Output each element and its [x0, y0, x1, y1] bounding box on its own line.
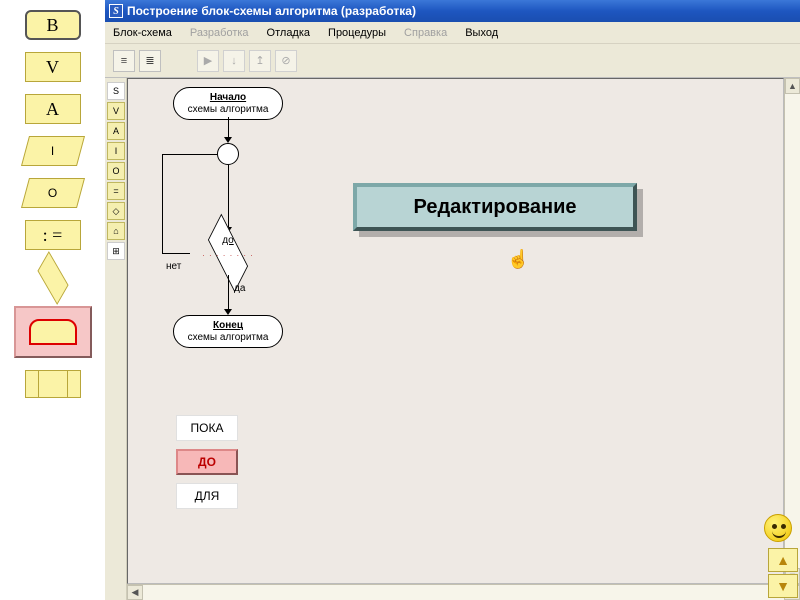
side-toolbar: S V A I O = ◇ ⌂ ⊞ [105, 78, 127, 600]
loop-type-for[interactable]: ДЛЯ [176, 483, 238, 509]
fc-connector [228, 165, 229, 229]
horizontal-scrollbar[interactable]: ◀ ▶ [127, 584, 800, 600]
fc-decision[interactable]: до · · · · · · · · [188, 231, 268, 275]
fc-label-yes: да [234, 283, 245, 294]
smiley-icon [764, 514, 800, 546]
nav-up-button[interactable]: ▲ [768, 548, 798, 572]
tool-stepup-icon[interactable]: ↥ [249, 50, 271, 72]
palette-v[interactable]: V [25, 52, 81, 82]
fc-label-no: нет [166, 261, 181, 272]
sidetool-2[interactable]: A [107, 122, 125, 140]
menu-procedures[interactable]: Процедуры [328, 27, 386, 39]
menu-exit[interactable]: Выход [465, 27, 498, 39]
palette-assign[interactable]: : = [25, 220, 81, 250]
sidetool-0[interactable]: S [107, 82, 125, 100]
fc-connector [228, 117, 229, 139]
window-title: Построение блок-схемы алгоритма (разрабо… [127, 4, 416, 18]
menu-development[interactable]: Разработка [190, 27, 249, 39]
sidetool-8[interactable]: ⊞ [107, 242, 125, 260]
palette-loop[interactable] [14, 306, 92, 358]
vertical-scrollbar[interactable]: ▲ ▼ [784, 78, 800, 584]
app-icon: S [109, 4, 123, 18]
shape-palette: B V A I O : = [0, 0, 105, 600]
palette-begin[interactable]: B [25, 10, 81, 40]
loop-type-while[interactable]: ПОКА [176, 415, 238, 441]
sidetool-7[interactable]: ⌂ [107, 222, 125, 240]
scroll-track[interactable] [143, 585, 784, 600]
tool-stop-icon[interactable]: ⊘ [275, 50, 297, 72]
slide-nav: ▲ ▼ [768, 548, 798, 598]
fc-connector [162, 154, 163, 253]
scroll-up-icon[interactable]: ▲ [785, 78, 800, 94]
palette-subroutine[interactable] [25, 370, 81, 398]
workspace: S V A I O = ◇ ⌂ ⊞ Начало схемы алгоритма [105, 78, 800, 600]
fc-connector-node[interactable] [217, 143, 239, 165]
tool-stepdown-icon[interactable]: ↓ [223, 50, 245, 72]
menu-debug[interactable]: Отладка [267, 27, 310, 39]
menu-blockscheme[interactable]: Блок-схема [113, 27, 172, 39]
tool-align-right-icon[interactable]: ≣ [139, 50, 161, 72]
titlebar: S Построение блок-схемы алгоритма (разра… [105, 0, 800, 22]
palette-output[interactable]: O [25, 178, 81, 208]
scroll-track[interactable] [785, 94, 800, 568]
menu-help[interactable]: Справка [404, 27, 447, 39]
app-window: S Построение блок-схемы алгоритма (разра… [105, 0, 800, 600]
tool-play-icon[interactable]: ▶ [197, 50, 219, 72]
fc-connector [162, 253, 190, 254]
sidetool-1[interactable]: V [107, 102, 125, 120]
loop-type-until[interactable]: ДО [176, 449, 238, 475]
palette-input[interactable]: I [25, 136, 81, 166]
fc-start[interactable]: Начало схемы алгоритма [173, 87, 283, 120]
scroll-left-icon[interactable]: ◀ [127, 585, 143, 600]
palette-decision[interactable] [25, 262, 81, 294]
nav-down-button[interactable]: ▼ [768, 574, 798, 598]
fc-connector [228, 275, 229, 311]
sidetool-5[interactable]: = [107, 182, 125, 200]
loop-type-list: ПОКА ДО ДЛЯ [176, 415, 238, 509]
canvas[interactable]: Начало схемы алгоритма до · · · · · · · … [127, 78, 784, 584]
sidetool-4[interactable]: O [107, 162, 125, 180]
sidetool-3[interactable]: I [107, 142, 125, 160]
tool-align-left-icon[interactable]: ≡ [113, 50, 135, 72]
cursor-icon: ☝ [507, 249, 529, 270]
editing-callout[interactable]: Редактирование [353, 183, 637, 231]
toolbar: ≡ ≣ ▶ ↓ ↥ ⊘ [105, 44, 800, 78]
palette-a[interactable]: A [25, 94, 81, 124]
fc-connector [162, 154, 217, 155]
fc-end[interactable]: Конец схемы алгоритма [173, 315, 283, 348]
menubar: Блок-схема Разработка Отладка Процедуры … [105, 22, 800, 44]
sidetool-6[interactable]: ◇ [107, 202, 125, 220]
